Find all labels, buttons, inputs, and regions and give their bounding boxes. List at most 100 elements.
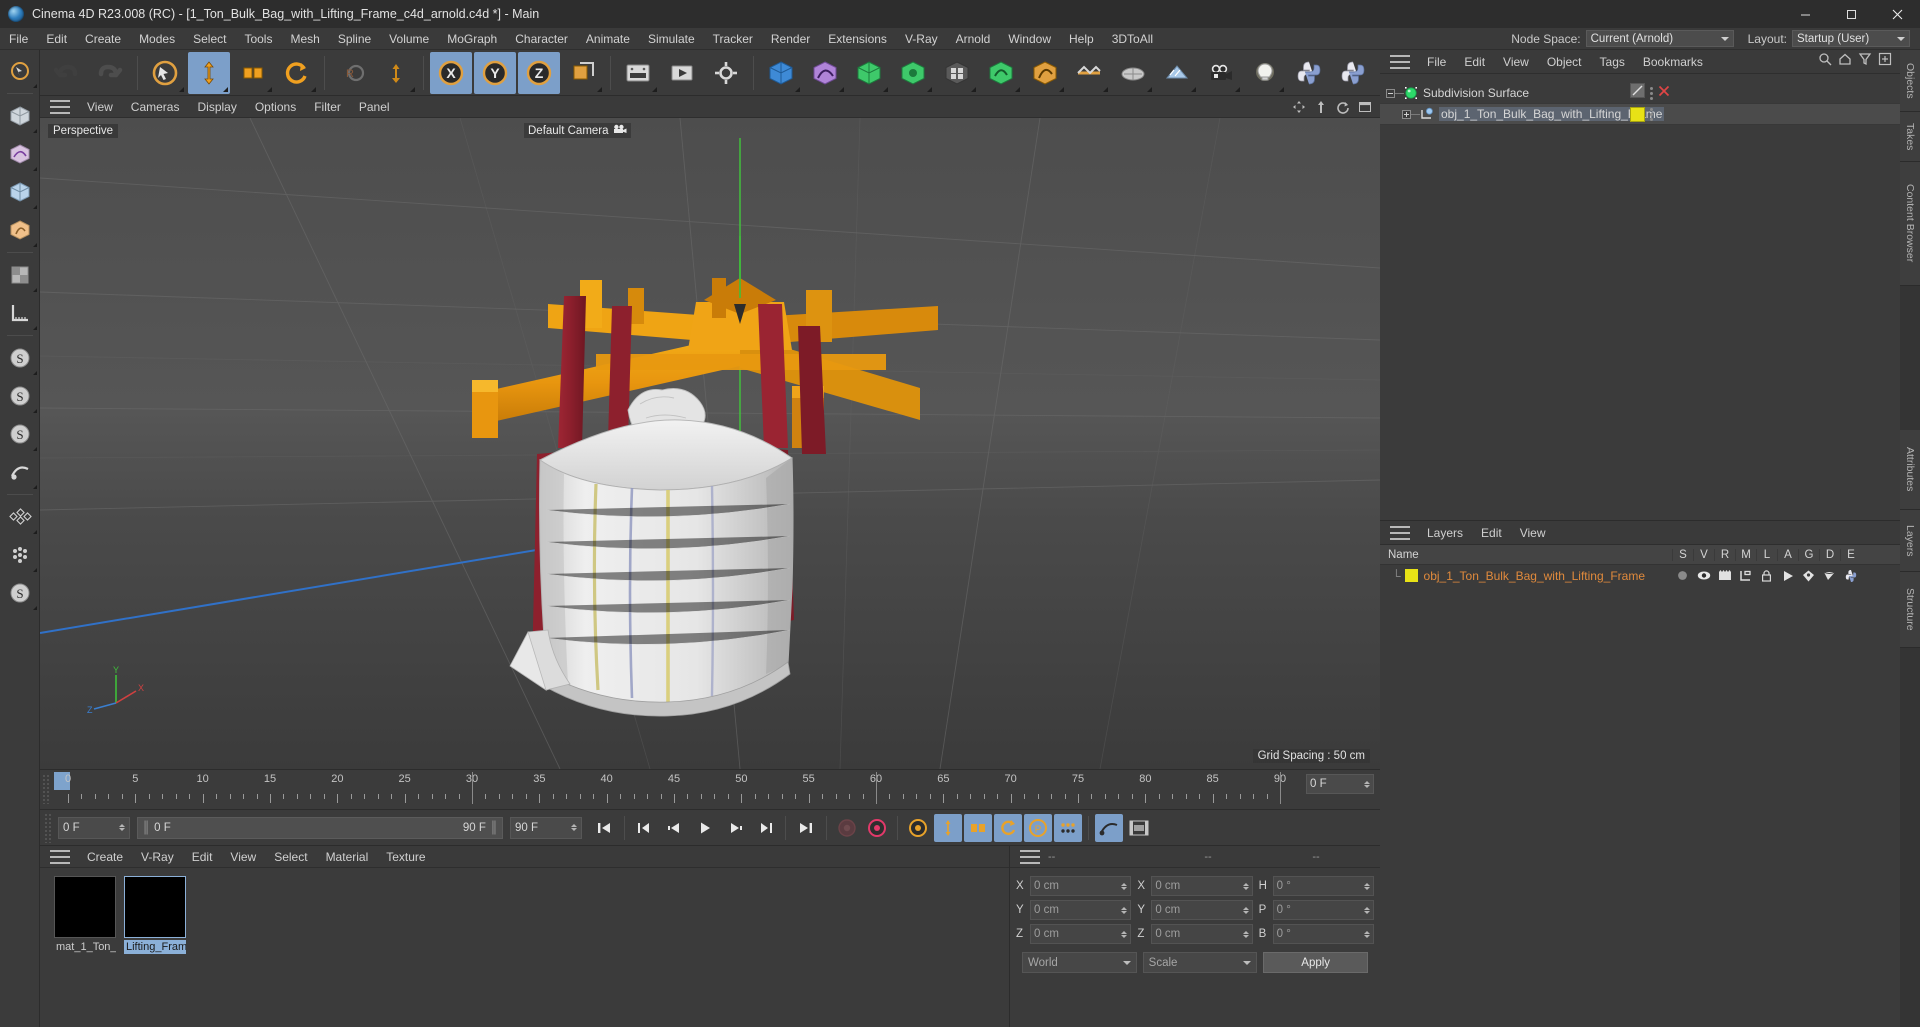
spinner-icon[interactable] xyxy=(1363,906,1370,914)
redo-button[interactable] xyxy=(89,52,131,94)
add-icon[interactable] xyxy=(1878,52,1892,71)
menu-edit[interactable]: Edit xyxy=(37,28,76,50)
column-header-m[interactable]: M xyxy=(1735,548,1756,561)
rotation-p-input[interactable]: 0 ° xyxy=(1272,900,1374,920)
spinner-icon[interactable] xyxy=(1364,780,1370,788)
environment-tool[interactable] xyxy=(2,257,38,293)
home-icon[interactable] xyxy=(1838,52,1852,71)
rotate-tool-button[interactable] xyxy=(276,52,318,94)
material-menu-view[interactable]: View xyxy=(221,846,265,868)
timeline-grip[interactable] xyxy=(42,774,50,804)
column-header-e[interactable]: E xyxy=(1840,548,1861,561)
menu-extensions[interactable]: Extensions xyxy=(819,28,896,50)
position-key-button[interactable] xyxy=(934,813,962,842)
menu-create[interactable]: Create xyxy=(76,28,130,50)
spinner-icon[interactable] xyxy=(1363,930,1370,938)
tab-structure[interactable]: Structure xyxy=(1900,572,1920,648)
render-icon[interactable] xyxy=(1714,570,1735,581)
maximize-view-icon[interactable] xyxy=(1356,98,1374,116)
menu-modes[interactable]: Modes xyxy=(130,28,184,50)
tab-objects[interactable]: Objects xyxy=(1900,50,1920,112)
viewport-menu-view[interactable]: View xyxy=(78,96,122,118)
render-to-picture-viewer-button[interactable] xyxy=(661,52,703,94)
go-to-previous-key-button[interactable] xyxy=(631,814,659,842)
generator-tool[interactable] xyxy=(2,174,38,210)
spinner-icon[interactable] xyxy=(1242,882,1249,890)
position-z-input[interactable]: 0 cm xyxy=(1030,924,1132,944)
playback-range-bar[interactable]: ║ 0 F 90 F ║ xyxy=(137,816,503,839)
material-menu-material[interactable]: Material xyxy=(317,846,378,868)
material-menu-texture[interactable]: Texture xyxy=(377,846,434,868)
search-icon[interactable] xyxy=(1818,52,1832,71)
go-to-start-button[interactable] xyxy=(590,814,618,842)
playbar-grip[interactable] xyxy=(44,812,52,843)
go-to-next-frame-button[interactable] xyxy=(721,814,749,842)
generator-icon[interactable] xyxy=(1798,570,1819,582)
viewport-hamburger-icon[interactable] xyxy=(50,99,70,114)
field-button[interactable] xyxy=(1068,52,1110,94)
size-x-input[interactable]: 0 cm xyxy=(1151,876,1253,896)
go-to-next-key-button[interactable] xyxy=(751,814,779,842)
live-selection-tool[interactable] xyxy=(2,53,38,89)
floor-button[interactable] xyxy=(1112,52,1154,94)
character-tool[interactable]: S xyxy=(2,575,38,611)
rotation-key-button[interactable] xyxy=(994,813,1022,842)
layer-color-tag-icon[interactable] xyxy=(1630,106,1645,122)
spinner-icon[interactable] xyxy=(1363,882,1370,890)
layers-menu-layers[interactable]: Layers xyxy=(1418,522,1472,544)
column-header-v[interactable]: V xyxy=(1693,548,1714,561)
column-header-l[interactable]: L xyxy=(1756,548,1777,561)
camera-button[interactable] xyxy=(1200,52,1242,94)
lock-icon[interactable] xyxy=(1756,569,1777,582)
spline-pen-button[interactable] xyxy=(804,52,846,94)
light-button[interactable] xyxy=(1244,52,1286,94)
undo-button[interactable] xyxy=(45,52,87,94)
subdivision-surface-button[interactable] xyxy=(848,52,890,94)
lock-z-axis-button[interactable]: Z xyxy=(518,51,560,94)
measure-tool[interactable] xyxy=(2,295,38,331)
minimize-button[interactable] xyxy=(1782,0,1828,28)
menu-tools[interactable]: Tools xyxy=(235,28,281,50)
position-x-input[interactable]: 0 cm xyxy=(1030,876,1132,896)
column-header-s[interactable]: S xyxy=(1672,548,1693,561)
menu-mesh[interactable]: Mesh xyxy=(281,28,328,50)
render-region-button[interactable]: R xyxy=(331,52,373,94)
coordinate-system-dropdown[interactable]: World xyxy=(1022,952,1137,973)
spinner-icon[interactable] xyxy=(1242,906,1249,914)
menu-vray[interactable]: V-Ray xyxy=(896,28,947,50)
maximize-button[interactable] xyxy=(1828,0,1874,28)
layer-row[interactable]: └ obj_1_Ton_Bulk_Bag_with_Lifting_Frame xyxy=(1380,565,1900,586)
spinner-icon[interactable] xyxy=(119,824,125,831)
expression-icon[interactable] xyxy=(1840,569,1861,583)
deformer-icon[interactable] xyxy=(1819,570,1840,582)
scale-key-button[interactable] xyxy=(964,813,992,842)
spinner-icon[interactable] xyxy=(1242,930,1249,938)
menu-tracker[interactable]: Tracker xyxy=(704,28,762,50)
material-item[interactable]: Lifting_Fram xyxy=(124,876,186,954)
viewport-3d[interactable]: Perspective Default Camera Grid Spacing … xyxy=(40,118,1380,769)
viewport-menu-display[interactable]: Display xyxy=(188,96,245,118)
spinner-icon[interactable] xyxy=(1121,930,1128,938)
material-swatch[interactable] xyxy=(124,876,186,938)
render-settings-button[interactable] xyxy=(705,52,747,94)
tab-content-browser[interactable]: Content Browser xyxy=(1900,162,1920,286)
tag-dots-icon[interactable] xyxy=(1650,86,1653,100)
coordinates-hamburger-icon[interactable] xyxy=(1020,849,1040,864)
render-view-button[interactable] xyxy=(617,52,659,94)
deformer-tool[interactable] xyxy=(2,212,38,248)
menu-select[interactable]: Select xyxy=(184,28,235,50)
viewport-menu-options[interactable]: Options xyxy=(246,96,305,118)
sculpt-tool[interactable] xyxy=(2,537,38,573)
layers-menu-edit[interactable]: Edit xyxy=(1472,522,1511,544)
menu-window[interactable]: Window xyxy=(999,28,1060,50)
material-swatch[interactable] xyxy=(54,876,116,938)
playbar-current-frame-field[interactable]: 0 F xyxy=(58,816,130,839)
menu-volume[interactable]: Volume xyxy=(380,28,438,50)
layout-dropdown[interactable]: Startup (User) xyxy=(1792,30,1910,47)
close-icon[interactable] xyxy=(1658,84,1670,102)
object-menu-tags[interactable]: Tags xyxy=(1591,51,1634,73)
dynamics-tool[interactable]: S xyxy=(2,416,38,452)
timeline-button[interactable] xyxy=(1125,814,1153,842)
menu-file[interactable]: File xyxy=(0,28,37,50)
menu-mograph[interactable]: MoGraph xyxy=(438,28,506,50)
